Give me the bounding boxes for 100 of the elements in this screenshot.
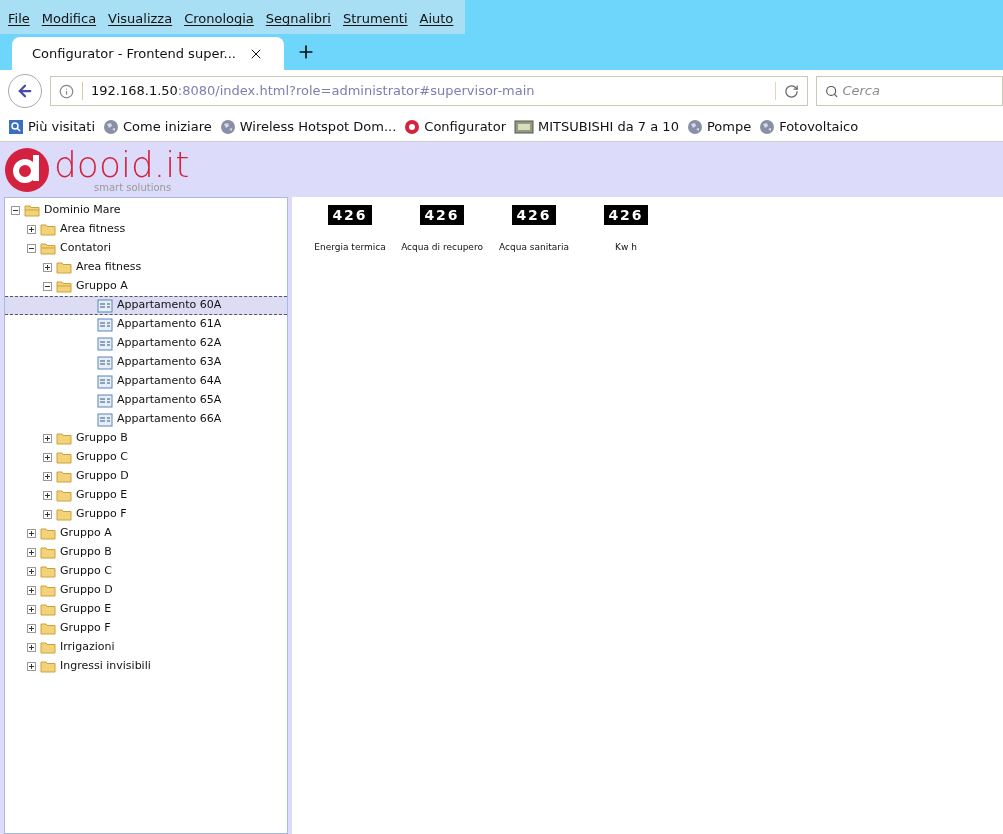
menu-item[interactable]: Modifica (41, 9, 97, 29)
tree-folder[interactable]: Dominio Mare (5, 201, 287, 220)
folder-icon (56, 508, 72, 521)
list-item-icon (97, 317, 113, 332)
folder-icon (40, 660, 56, 673)
expand-icon[interactable] (27, 225, 36, 234)
expand-icon[interactable] (43, 263, 52, 272)
tree-item[interactable]: Appartamento 61A (5, 315, 287, 334)
folder-icon (56, 451, 72, 464)
bookmark-link[interactable]: Pompe (706, 116, 752, 137)
menu-item[interactable]: File (8, 9, 30, 29)
menu-item[interactable]: Segnalibri (265, 9, 331, 29)
counter-display: 426 (604, 205, 648, 225)
expand-icon[interactable] (27, 662, 36, 671)
tree-folder[interactable]: Gruppo C (5, 562, 287, 581)
expand-icon[interactable] (27, 529, 36, 538)
tree-folder[interactable]: Gruppo B (5, 543, 287, 562)
tree-folder[interactable]: Gruppo F (5, 619, 287, 638)
folder-icon (56, 470, 72, 483)
expand-icon[interactable] (27, 643, 36, 652)
bookmark-link[interactable]: MITSUBISHI da 7 a 10 (538, 116, 679, 137)
search-input[interactable]: Cerca (842, 81, 994, 101)
logo-mark-icon (4, 146, 50, 193)
folder-icon (56, 489, 72, 502)
bookmark-link[interactable]: Configurator (424, 116, 506, 137)
globe-icon (219, 118, 236, 135)
counter-label: Acqua di recupero (401, 241, 483, 254)
tree-folder[interactable]: Gruppo E (5, 486, 287, 505)
tree-folder[interactable]: Ingressi invisibili (5, 657, 287, 676)
globe-icon (103, 118, 119, 135)
bookmark-link[interactable]: Fotovoltaico (779, 116, 859, 137)
tree-folder[interactable]: Gruppo E (5, 600, 287, 619)
tree-item[interactable]: Appartamento 65A (5, 391, 287, 410)
tree-folder[interactable]: Area fitness (5, 258, 287, 277)
counter-label: Acqua sanitaria (499, 241, 569, 254)
list-item-icon (97, 374, 113, 389)
bookmark-link[interactable]: Più visitati (28, 116, 95, 137)
counter-label: Kw h (615, 241, 637, 254)
tree-folder[interactable]: Gruppo B (5, 429, 287, 448)
list-item-icon (97, 412, 113, 427)
expand-icon[interactable] (27, 586, 36, 595)
expand-icon[interactable] (43, 491, 52, 500)
expand-icon[interactable] (43, 453, 52, 462)
list-item-icon (97, 355, 113, 370)
address-bar[interactable]: 192.168.1.50:8080/index.html?role=administrator#supervisor-main (50, 76, 808, 106)
tree-folder[interactable]: Contatori (5, 239, 287, 258)
folder-icon (40, 565, 56, 578)
counter-display: 426 (420, 205, 464, 225)
folder-icon (40, 584, 56, 597)
menu-item[interactable]: Aiuto (419, 9, 454, 29)
folder-icon (40, 622, 56, 635)
reload-icon[interactable] (784, 83, 799, 99)
expand-icon[interactable] (43, 472, 52, 481)
menu-item[interactable]: Cronologia (184, 9, 254, 29)
counter-label: Energia termica (314, 241, 386, 254)
tree-item[interactable]: Appartamento 62A (5, 334, 287, 353)
expand-icon[interactable] (27, 605, 36, 614)
collapse-icon[interactable] (11, 206, 20, 215)
globe-icon (686, 118, 703, 135)
url-text: 192.168.1.50:8080/index.html?role=administrator#supervisor-main (91, 82, 536, 101)
logo-icon (404, 118, 421, 135)
collapse-icon[interactable] (43, 282, 52, 291)
tree-item[interactable]: Appartamento 64A (5, 372, 287, 391)
info-icon[interactable] (59, 83, 74, 99)
expand-icon[interactable] (27, 567, 36, 576)
image-icon (514, 119, 534, 134)
expand-icon[interactable] (43, 434, 52, 443)
globe-icon (759, 118, 776, 135)
list-item-icon (97, 298, 113, 313)
list-item-icon (97, 393, 113, 408)
tree-folder[interactable]: Gruppo A (5, 524, 287, 543)
search-field[interactable]: Cerca (816, 76, 1003, 106)
logo-text: dooid.it (54, 146, 190, 183)
bookmark-link[interactable]: Wireless Hotspot Dom... (239, 116, 397, 137)
search-icon (825, 83, 839, 99)
tree-item[interactable]: Appartamento 63A (5, 353, 287, 372)
tree-folder[interactable]: Gruppo C (5, 448, 287, 467)
tree-folder[interactable]: Gruppo F (5, 505, 287, 524)
open-folder-icon (56, 280, 72, 293)
tree-item[interactable]: Appartamento 66A (5, 410, 287, 429)
counter-display: 426 (328, 205, 372, 225)
expand-icon[interactable] (27, 548, 36, 557)
browser-tab[interactable]: Configurator - Frontend super... (12, 37, 284, 70)
menu-item[interactable]: Strumenti (343, 9, 408, 29)
expand-icon[interactable] (27, 624, 36, 633)
logo-tagline: smart solutions (93, 182, 173, 193)
menu-item[interactable]: Visualizza (108, 9, 173, 29)
tree-item[interactable]: Appartamento 60A (5, 296, 287, 315)
folder-icon (40, 223, 56, 236)
folder-icon (40, 641, 56, 654)
tree-folder[interactable]: Irrigazioni (5, 638, 287, 657)
bookmark-link[interactable]: Come iniziare (123, 116, 212, 137)
tree-folder[interactable]: Area fitness (5, 220, 287, 239)
expand-icon[interactable] (43, 510, 52, 519)
tree-folder[interactable]: Gruppo D (5, 467, 287, 486)
tree-folder[interactable]: Gruppo A (5, 277, 287, 296)
bookmark-list-icon (8, 118, 24, 135)
tree-folder[interactable]: Gruppo D (5, 581, 287, 600)
folder-icon (56, 432, 72, 445)
collapse-icon[interactable] (27, 244, 36, 253)
